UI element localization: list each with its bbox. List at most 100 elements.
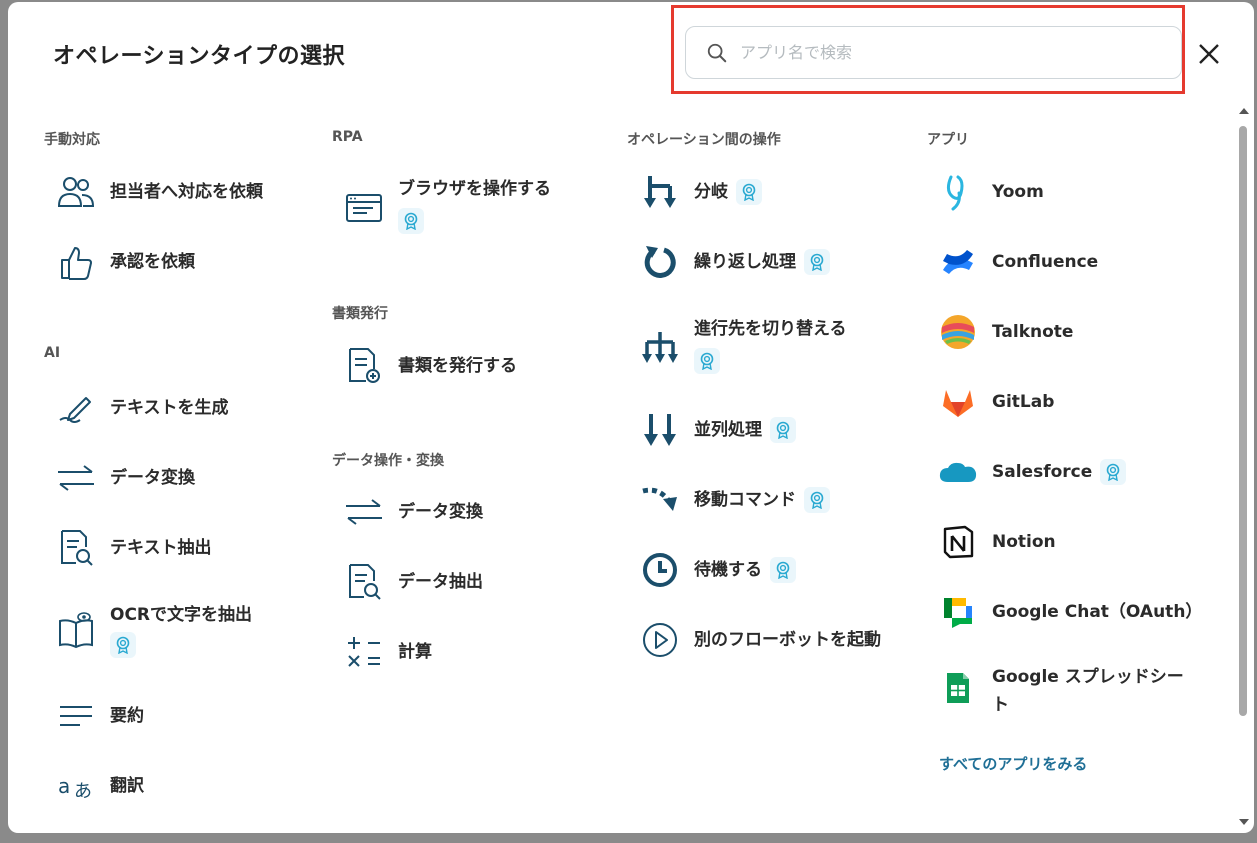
app-confluence[interactable]: Confluence: [938, 242, 1098, 282]
op-parallel[interactable]: 並列処理: [640, 410, 796, 450]
premium-badge-icon: [1100, 459, 1127, 485]
gitlab-logo-icon: [938, 382, 978, 422]
pen-icon: [56, 388, 96, 428]
search-input[interactable]: [738, 42, 1162, 63]
app-gitlab[interactable]: GitLab: [938, 382, 1054, 422]
op-data-extract[interactable]: データ抽出: [344, 562, 483, 602]
app-label: Google Chat（OAuth）: [992, 602, 1203, 622]
section-ops-between: オペレーション間の操作: [627, 132, 781, 148]
scroll-up-arrow-icon[interactable]: [1238, 106, 1250, 116]
operation-type-modal: オペレーションタイプの選択 手動対応 担当者へ対応を依頼 承認を依頼 AI テキ…: [8, 2, 1254, 833]
app-label: GitLab: [992, 392, 1055, 412]
see-all-apps-link[interactable]: すべてのアプリをみる: [939, 753, 1087, 774]
op-ai-data-convert[interactable]: データ変換: [56, 458, 195, 498]
op-label: データ変換: [110, 468, 195, 488]
op-switch-destination[interactable]: 進行先を切り替える: [640, 314, 847, 374]
op-label: 待機する: [694, 560, 762, 580]
op-ocr[interactable]: OCRで文字を抽出: [56, 600, 252, 660]
op-label: 承認を依頼: [110, 252, 195, 272]
premium-badge-icon: [770, 417, 796, 443]
salesforce-logo-icon: [938, 452, 978, 492]
op-label: 移動コマンド: [694, 490, 796, 510]
loop-icon: [640, 242, 680, 282]
google-sheets-logo-icon: [938, 668, 978, 708]
op-request-person[interactable]: 担当者へ対応を依頼: [56, 172, 263, 212]
op-label: データ抽出: [398, 572, 483, 592]
section-apps: アプリ: [927, 132, 969, 148]
op-generate-text[interactable]: テキストを生成: [56, 388, 229, 428]
premium-badge-icon: [694, 348, 720, 374]
op-data-convert[interactable]: データ変換: [344, 492, 483, 532]
scrollbar-thumb[interactable]: [1239, 126, 1247, 716]
app-label: Google スプレッドシー: [992, 667, 1184, 687]
branch-icon: [640, 172, 680, 212]
op-issue-document[interactable]: 書類を発行する: [344, 346, 517, 386]
app-label: Confluence: [992, 252, 1099, 272]
translate-icon: aあ: [56, 766, 96, 806]
premium-badge-icon: [804, 249, 830, 275]
google-chat-logo-icon: [938, 592, 978, 632]
app-label: Notion: [992, 532, 1056, 552]
op-request-approval[interactable]: 承認を依頼: [56, 242, 195, 282]
scroll-down-arrow-icon[interactable]: [1238, 817, 1250, 827]
app-talknote[interactable]: Talknote: [938, 312, 1073, 352]
modal-title: オペレーションタイプの選択: [53, 44, 346, 69]
people-icon: [56, 172, 96, 212]
move-icon: [640, 480, 680, 520]
premium-badge-icon: [736, 179, 762, 205]
transfer-arrows-icon: [344, 492, 384, 532]
app-notion[interactable]: Notion: [938, 522, 1056, 562]
op-label: データ変換: [398, 502, 483, 522]
confluence-logo-icon: [938, 242, 978, 282]
op-label: 要約: [110, 706, 144, 726]
op-label: ブラウザを操作する: [398, 179, 551, 199]
section-ai: AI: [44, 345, 61, 361]
op-label: OCRで文字を抽出: [110, 605, 253, 625]
premium-badge-icon: [398, 208, 424, 234]
op-loop[interactable]: 繰り返し処理: [640, 242, 830, 282]
app-label: Yoom: [992, 182, 1044, 202]
op-browser[interactable]: ブラウザを操作する: [344, 174, 551, 234]
op-label: 翻訳: [110, 776, 144, 796]
app-google-chat[interactable]: Google Chat（OAuth）: [938, 592, 1202, 632]
app-label: Salesforce: [992, 462, 1093, 482]
search-icon: [707, 43, 727, 62]
app-label: Talknote: [992, 322, 1074, 342]
notion-logo-icon: [938, 522, 978, 562]
app-salesforce[interactable]: Salesforce: [938, 452, 1127, 492]
op-summarize[interactable]: 要約: [56, 696, 144, 736]
search-box[interactable]: [685, 26, 1182, 79]
close-icon[interactable]: [1196, 41, 1222, 67]
op-branch[interactable]: 分岐: [640, 172, 762, 212]
yoom-logo-icon: [938, 172, 978, 212]
op-label: 計算: [398, 642, 432, 662]
app-yoom[interactable]: Yoom: [938, 172, 1044, 212]
op-label: 別のフローボットを起動: [694, 630, 881, 650]
app-google-sheets[interactable]: Google スプレッドシー ト: [938, 662, 1184, 718]
section-documents: 書類発行: [332, 306, 388, 322]
op-label: 並列処理: [694, 420, 762, 440]
op-label: 担当者へ対応を依頼: [110, 182, 263, 202]
document-search-icon: [344, 562, 384, 602]
op-extract-text[interactable]: テキスト抽出: [56, 528, 212, 568]
clock-icon: [640, 550, 680, 590]
play-circle-icon: [640, 620, 680, 660]
document-search-icon: [56, 528, 96, 568]
svg-text:a: a: [58, 774, 70, 798]
op-label: 進行先を切り替える: [694, 319, 847, 339]
svg-text:あ: あ: [74, 781, 92, 801]
premium-badge-icon: [804, 487, 830, 513]
op-label: 分岐: [694, 182, 728, 202]
premium-badge-icon: [770, 557, 796, 583]
op-label: テキストを生成: [110, 398, 229, 418]
op-calculate[interactable]: 計算: [344, 632, 432, 672]
op-translate[interactable]: aあ 翻訳: [56, 766, 144, 806]
browser-icon: [344, 188, 384, 228]
op-wait[interactable]: 待機する: [640, 550, 796, 590]
op-launch-flowbot[interactable]: 別のフローボットを起動: [640, 620, 881, 660]
section-data-ops: データ操作・変換: [332, 453, 444, 469]
app-label-continued: ト: [992, 695, 1009, 715]
op-move-command[interactable]: 移動コマンド: [640, 480, 830, 520]
op-label: 書類を発行する: [398, 356, 517, 376]
op-label: 繰り返し処理: [694, 252, 796, 272]
